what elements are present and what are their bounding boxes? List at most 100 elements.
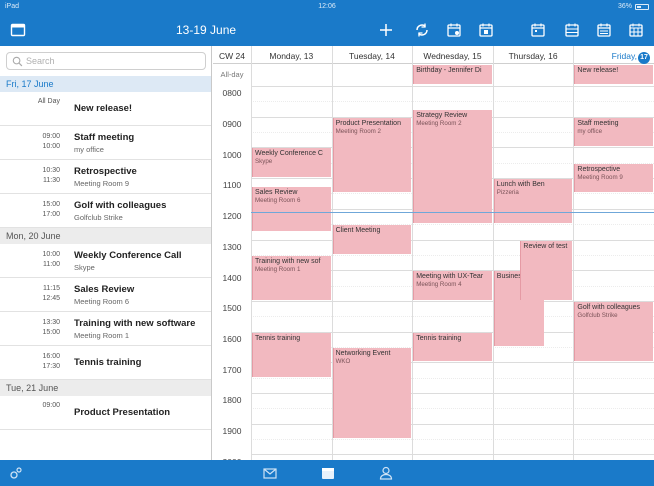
battery-icon: [635, 4, 649, 10]
week-number: CW 24: [213, 46, 251, 64]
event-title: Review of test: [523, 242, 568, 250]
agenda-item-title: Golf with colleagues: [74, 200, 167, 211]
day-column-label: Monday, 13: [269, 51, 314, 61]
event-title: Lunch with Ben: [496, 181, 545, 189]
allday-event[interactable]: Birthday - Jennifer Di: [413, 65, 492, 84]
event-location: Golfclub Strike: [577, 311, 618, 319]
agenda-item-start: All Day: [37, 98, 60, 105]
agenda-item[interactable]: 16:00 17:30 Tennis training: [0, 346, 211, 380]
calendar-event[interactable]: Tennis training: [413, 332, 492, 362]
day-column-label: Thursday, 16: [508, 51, 558, 61]
day-column-divider: [573, 46, 575, 460]
hour-label: 1100: [222, 180, 242, 191]
calendar-icon[interactable]: [320, 465, 336, 481]
day-column-divider: [412, 46, 414, 460]
calendar-event[interactable]: Weekly Conference C Skype: [252, 148, 331, 178]
event-title: Birthday - Jennifer Di: [416, 67, 482, 74]
calendar-event[interactable]: Strategy Review Meeting Room 2: [413, 110, 492, 224]
calendar-week-icon[interactable]: [478, 22, 494, 38]
agenda-item[interactable]: 09:00 Product Presentation: [0, 396, 211, 430]
sidebar-toggle-icon[interactable]: [10, 22, 26, 38]
day-column-label: Friday,: [611, 51, 637, 61]
calendar-event[interactable]: Client Meeting: [332, 225, 412, 254]
agenda-day-header: Mon, 20 June: [0, 228, 211, 244]
hour-label: 1500: [222, 303, 242, 314]
settings-cog-icon[interactable]: [8, 465, 24, 481]
agenda-item-location: Meeting Room 9: [74, 179, 130, 188]
calendar-event[interactable]: Retrospective Meeting Room 9: [574, 163, 653, 193]
hour-label: 1700: [222, 364, 242, 375]
calendar-event[interactable]: Product Presentation Meeting Room 2: [332, 117, 412, 193]
event-title: Meeting with UX-Tear: [416, 273, 484, 281]
agenda-day-header: Tue, 21 June: [0, 380, 211, 396]
agenda-item-end: 17:30: [42, 363, 60, 370]
agenda-item-end: 11:00: [43, 261, 60, 268]
agenda-item-start: 13:30: [42, 319, 60, 326]
event-title: Staff meeting: [577, 119, 619, 127]
date-range-title: 13-19 June: [176, 23, 237, 37]
allday-event[interactable]: New release!: [574, 65, 653, 84]
event-location: Meeting Room 9: [577, 173, 623, 181]
agenda-item[interactable]: 15:00 17:00 Golf with colleagues Golfclub S…: [0, 194, 211, 228]
agenda-item-location: Skype: [74, 263, 95, 272]
agenda-item-title: New release!: [74, 103, 133, 114]
event-title: Product Presentation: [335, 119, 401, 127]
event-location: Meeting Room 2: [416, 120, 462, 128]
day-column-header[interactable]: Monday, 13: [251, 46, 332, 64]
allday-label: All-day: [220, 70, 244, 79]
agenda-item[interactable]: 10:30 11:30 Retrospective Meeting Room 9: [0, 160, 211, 194]
mail-icon[interactable]: [262, 465, 278, 481]
calendar-workweek-icon[interactable]: [530, 22, 546, 38]
week-calendar-grid: CW 24 Monday, 13 Tuesday, 14 Wednesday, 15 T…: [213, 46, 654, 460]
status-bar: iPad 12:06 36%: [0, 0, 654, 14]
calendar-month-icon[interactable]: [564, 22, 580, 38]
agenda-item-location: Meeting Room 1: [74, 331, 130, 340]
calendar-list-icon[interactable]: [596, 22, 612, 38]
contacts-icon[interactable]: [378, 465, 394, 481]
calendar-event[interactable]: Meeting with UX-Tear Meeting Room 4: [413, 271, 492, 300]
calendar-event[interactable]: Lunch with Ben Pizzeria: [493, 179, 573, 224]
agenda-item-end: 11:30: [43, 177, 60, 184]
calendar-event[interactable]: Staff meeting my office: [574, 117, 653, 147]
calendar-event[interactable]: Tennis training: [252, 332, 331, 377]
hour-label: 1600: [222, 333, 242, 344]
hour-label: 0900: [222, 119, 242, 130]
event-location: WKO: [335, 357, 351, 365]
agenda-item-end: 17:00: [42, 211, 60, 218]
hour-line: [251, 423, 654, 425]
add-icon[interactable]: [378, 22, 394, 38]
calendar-event[interactable]: Training with new sof Meeting Room 1: [252, 255, 331, 300]
agenda-item-title: Staff meeting: [74, 132, 135, 143]
agenda-item[interactable]: All Day New release!: [0, 92, 211, 126]
agenda-item[interactable]: 11:15 12:45 Sales Review Meeting Room 6: [0, 278, 211, 312]
search-icon: [12, 56, 23, 67]
allday-divider: [251, 86, 654, 87]
agenda-item-title: Product Presentation: [74, 407, 171, 418]
calendar-event[interactable]: Review of test: [520, 240, 573, 300]
calendar-event[interactable]: Sales Review Meeting Room 6: [252, 186, 331, 231]
agenda-item-start: 10:00: [42, 251, 60, 258]
day-column-header[interactable]: Friday, 17: [573, 46, 654, 64]
agenda-item-start: 11:15: [43, 285, 60, 292]
event-title: Networking Event: [335, 349, 391, 357]
day-column-header[interactable]: Wednesday, 15: [412, 46, 493, 64]
agenda-item-location: my office: [74, 145, 104, 154]
sync-icon[interactable]: [414, 22, 430, 38]
hour-line: [251, 454, 654, 456]
hour-line: [251, 239, 654, 241]
calendar-day-icon[interactable]: [446, 22, 462, 38]
agenda-item[interactable]: 13:30 15:00 Training with new software Meet…: [0, 312, 211, 346]
today-badge: 17: [637, 52, 650, 64]
agenda-item[interactable]: 10:00 11:00 Weekly Conference Call Skype: [0, 244, 211, 278]
calendar-event[interactable]: Golf with colleagues Golfclub Strike: [574, 301, 653, 362]
agenda-item-location: Meeting Room 6: [74, 297, 130, 306]
agenda-item-title: Sales Review: [74, 284, 135, 295]
day-column-header[interactable]: Tuesday, 14: [331, 46, 413, 64]
event-title: Tennis training: [255, 334, 301, 342]
day-column-header[interactable]: Thursday, 16: [492, 46, 574, 64]
search-input[interactable]: Search: [6, 52, 206, 70]
day-column-label: Tuesday, 14: [348, 51, 395, 61]
calendar-year-icon[interactable]: [628, 22, 644, 38]
calendar-event[interactable]: Networking Event WKO: [332, 347, 412, 439]
agenda-item[interactable]: 09:00 10:00 Staff meeting my office: [0, 126, 211, 160]
